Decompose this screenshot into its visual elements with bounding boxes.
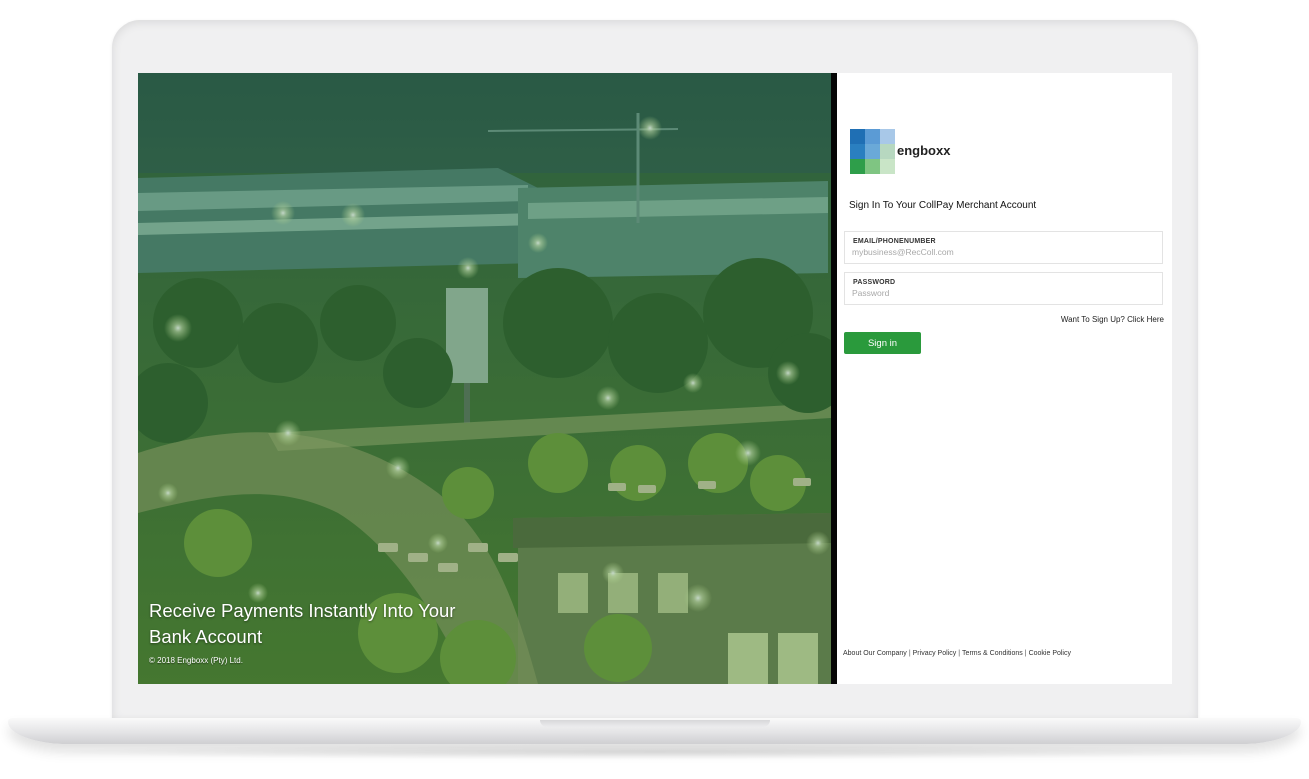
- hero-headline: Receive Payments Instantly Into Your Ban…: [149, 600, 456, 647]
- email-label: EMAIL/PHONENUMBER: [853, 238, 936, 245]
- password-label: PASSWORD: [853, 279, 896, 286]
- brand-name: engboxx: [897, 143, 951, 158]
- signup-link[interactable]: Want To Sign Up? Click Here: [1061, 315, 1164, 324]
- engboxx-logo-icon: [850, 129, 895, 174]
- signin-panel: engboxx Sign In To Your CollPay Merchant…: [837, 73, 1172, 684]
- email-input[interactable]: [852, 247, 1142, 257]
- signin-title: Sign In To Your CollPay Merchant Account: [849, 200, 1037, 211]
- footer-link-terms[interactable]: Terms & Conditions: [962, 650, 1023, 657]
- laptop-shadow: [30, 744, 1280, 760]
- hero-image: Receive Payments Instantly Into Your Ban…: [138, 73, 831, 684]
- laptop-notch: [540, 720, 770, 727]
- footer-separator: |: [908, 650, 911, 657]
- screen: Receive Payments Instantly Into Your Ban…: [138, 73, 1172, 684]
- signin-button[interactable]: Sign in: [844, 332, 921, 354]
- password-field[interactable]: PASSWORD: [844, 272, 1163, 305]
- footer-link-privacy[interactable]: Privacy Policy: [913, 650, 957, 657]
- footer-link-about[interactable]: About Our Company: [843, 650, 907, 657]
- footer-link-cookie[interactable]: Cookie Policy: [1029, 650, 1071, 657]
- footer-separator: |: [958, 650, 961, 657]
- email-field[interactable]: EMAIL/PHONENUMBER: [844, 231, 1163, 264]
- password-input[interactable]: [852, 288, 1142, 298]
- copyright-text: © 2018 Engboxx (Pty) Ltd.: [149, 656, 243, 665]
- footer-separator: |: [1024, 650, 1027, 657]
- hero-tint: [138, 73, 831, 684]
- footer-links: About Our Company | Privacy Policy | Terms &…: [843, 650, 1071, 657]
